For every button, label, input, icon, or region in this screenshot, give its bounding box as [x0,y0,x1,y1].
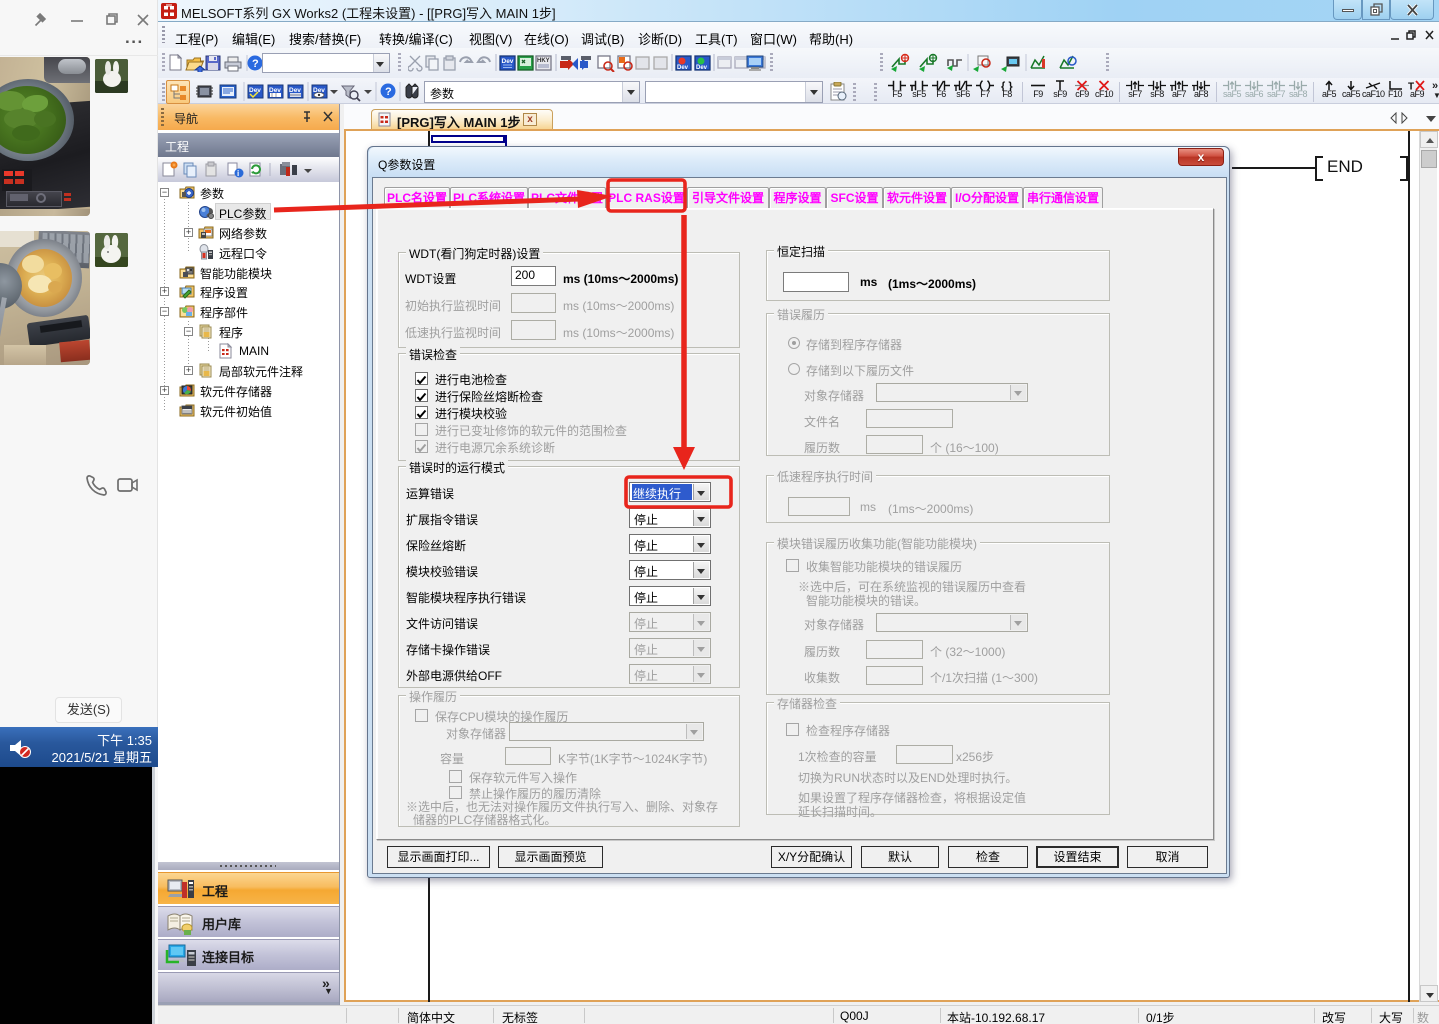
svg-text:Dev: Dev [269,87,281,94]
svg-text:?: ? [252,58,259,70]
svg-text:Dev: Dev [502,58,514,65]
svg-text:HKY: HKY [537,58,550,64]
svg-text:Dev: Dev [289,87,301,94]
svg-text:i: i [237,169,239,178]
svg-text:Dev: Dev [249,87,261,94]
svg-text:Dev: Dev [696,65,708,71]
svg-text:Dev: Dev [677,65,689,71]
svg-text:?: ? [385,86,392,98]
